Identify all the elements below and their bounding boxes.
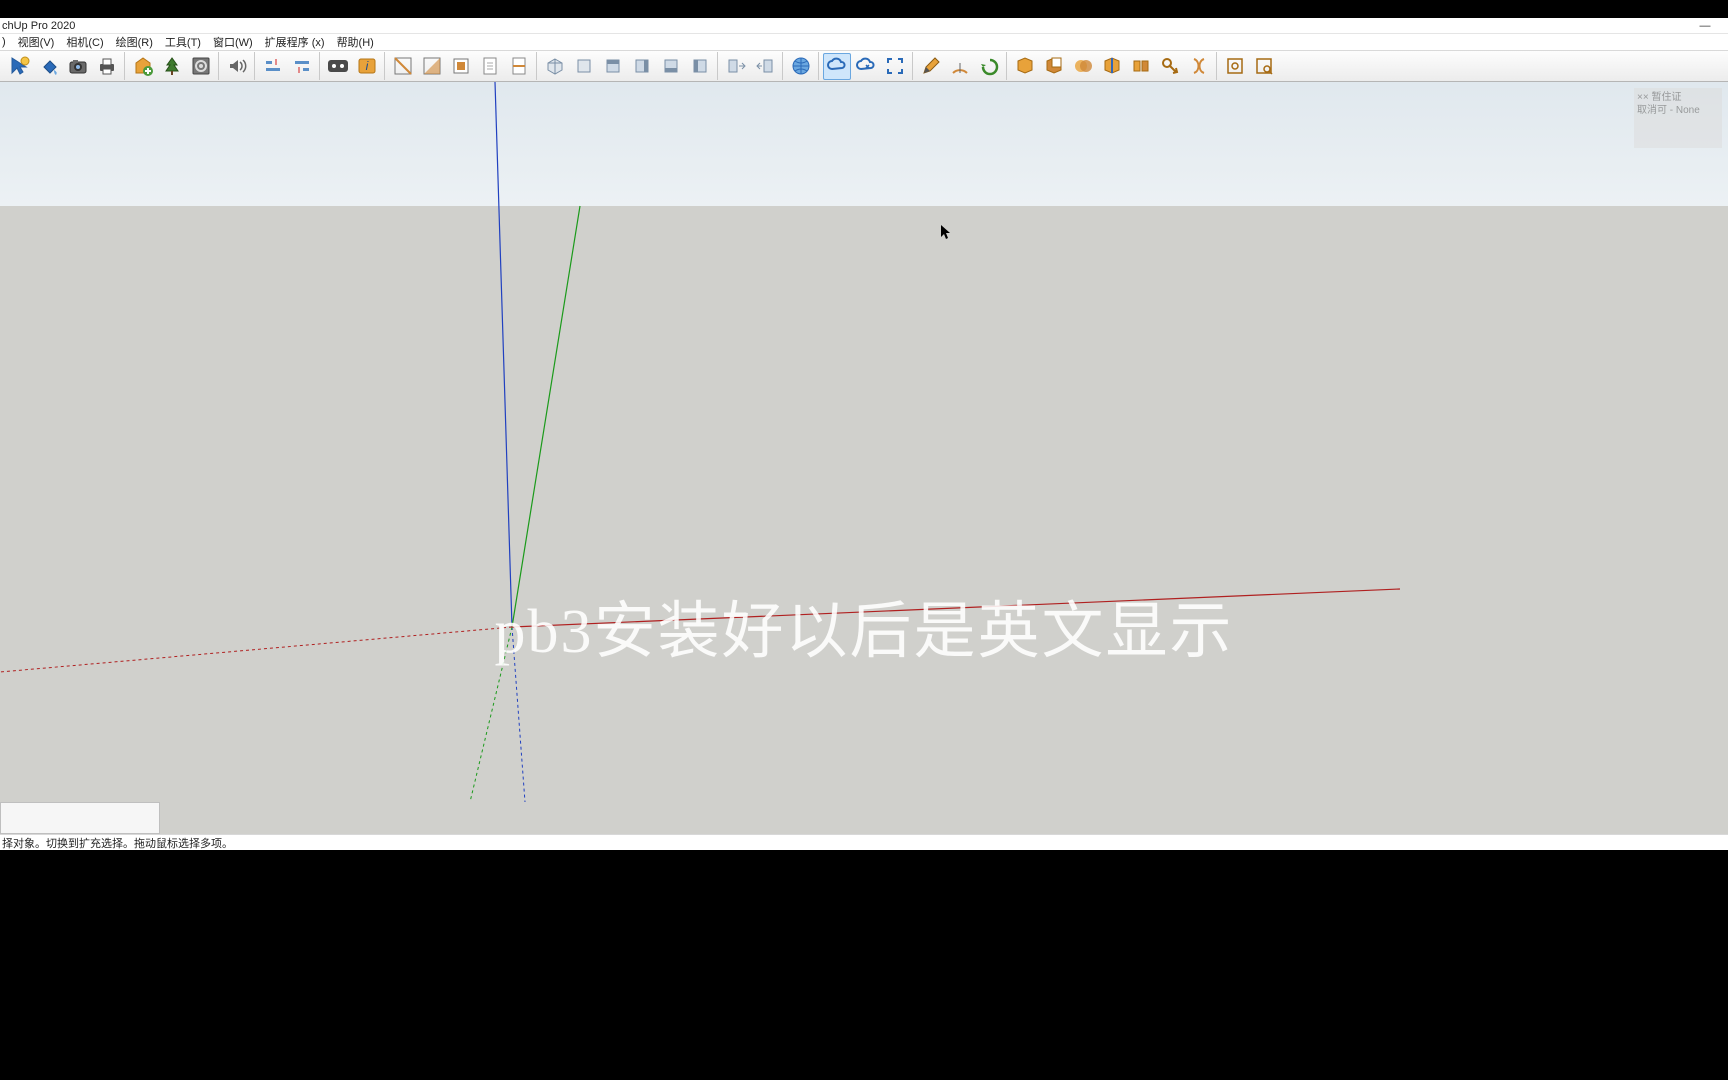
settings-dialog-icon[interactable]: [187, 53, 215, 80]
rewind-icon[interactable]: [975, 53, 1003, 80]
instructor-panel[interactable]: ×× 暂住证 取消可 - None: [1634, 88, 1722, 148]
view-left-icon[interactable]: [686, 53, 714, 80]
solid-shell-icon[interactable]: [1156, 53, 1184, 80]
info-badge-icon[interactable]: i: [353, 53, 381, 80]
menu-tools[interactable]: 工具(T): [160, 34, 206, 50]
fullscreen-icon[interactable]: [881, 53, 909, 80]
tree-icon[interactable]: [158, 53, 186, 80]
menu-bar: ) 视图(V) 相机(C) 绘图(R) 工具(T) 窗口(W) 扩展程序 (x)…: [0, 34, 1728, 51]
menu-draw[interactable]: 绘图(R): [111, 34, 158, 50]
paint-bucket-icon[interactable]: [35, 53, 63, 80]
instructor-line1: ×× 暂住证: [1637, 91, 1719, 104]
view-top-icon[interactable]: [570, 53, 598, 80]
solid-outer-icon[interactable]: [1185, 53, 1213, 80]
window-title: chUp Pro 2020: [2, 20, 1682, 32]
solid-union-icon[interactable]: [1011, 53, 1039, 80]
view-right-icon[interactable]: [628, 53, 656, 80]
speaker-icon[interactable]: [223, 53, 251, 80]
section-fill-icon[interactable]: [418, 53, 446, 80]
title-bar: chUp Pro 2020 —: [0, 18, 1728, 34]
section-page2-icon[interactable]: [505, 53, 533, 80]
status-text: 择对象。切换到扩充选择。拖动鼠标选择多项。: [2, 835, 233, 851]
view-iso-icon[interactable]: [541, 53, 569, 80]
view-back-icon[interactable]: [657, 53, 685, 80]
cloud-link-icon[interactable]: [823, 53, 851, 80]
solid-split-icon[interactable]: [1127, 53, 1155, 80]
menu-camera[interactable]: 相机(C): [61, 34, 108, 50]
solid-subtract-icon[interactable]: [1040, 53, 1068, 80]
pencil-icon[interactable]: [917, 53, 945, 80]
position-cam-icon[interactable]: [751, 53, 779, 80]
svg-text:i: i: [365, 59, 368, 73]
model-viewport[interactable]: ×× 暂住证 取消可 - None pb3安装好以后是英文显示: [0, 82, 1728, 834]
axes-overlay: [0, 82, 1728, 834]
menu-help[interactable]: 帮助(H): [332, 34, 379, 50]
align-h-icon[interactable]: [259, 53, 287, 80]
section-plane-icon[interactable]: [389, 53, 417, 80]
zoom-extents-icon[interactable]: [1250, 53, 1278, 80]
solid-intersect-icon[interactable]: [1069, 53, 1097, 80]
look-around-icon[interactable]: [722, 53, 750, 80]
menu-file-fragment[interactable]: ): [0, 36, 11, 48]
section-cut-icon[interactable]: [447, 53, 475, 80]
globe-icon[interactable]: [787, 53, 815, 80]
instructor-line2: 取消可 - None: [1637, 104, 1719, 117]
menu-window[interactable]: 窗口(W): [208, 34, 258, 50]
select-tool-icon[interactable]: [6, 53, 34, 80]
camera-icon[interactable]: [64, 53, 92, 80]
align-v-icon[interactable]: [288, 53, 316, 80]
minimize-button[interactable]: —: [1682, 20, 1728, 32]
mouse-cursor-icon: [940, 224, 952, 243]
section-page-icon[interactable]: [476, 53, 504, 80]
measurements-box[interactable]: [0, 802, 160, 834]
sketchup-window: chUp Pro 2020 — ) 视图(V) 相机(C) 绘图(R) 工具(T…: [0, 18, 1728, 850]
print-icon[interactable]: [93, 53, 121, 80]
menu-view[interactable]: 视图(V): [13, 34, 60, 50]
solid-trim-icon[interactable]: [1098, 53, 1126, 80]
cloud-open-icon[interactable]: [852, 53, 880, 80]
protractor-icon[interactable]: [946, 53, 974, 80]
dims-badge-icon[interactable]: [324, 53, 352, 80]
warehouse-add-icon[interactable]: [129, 53, 157, 80]
view-front-icon[interactable]: [599, 53, 627, 80]
status-bar: 择对象。切换到扩充选择。拖动鼠标选择多项。: [0, 834, 1728, 850]
main-toolbar: i: [0, 51, 1728, 82]
menu-extensions[interactable]: 扩展程序 (x): [260, 34, 330, 50]
zoom-window-icon[interactable]: [1221, 53, 1249, 80]
